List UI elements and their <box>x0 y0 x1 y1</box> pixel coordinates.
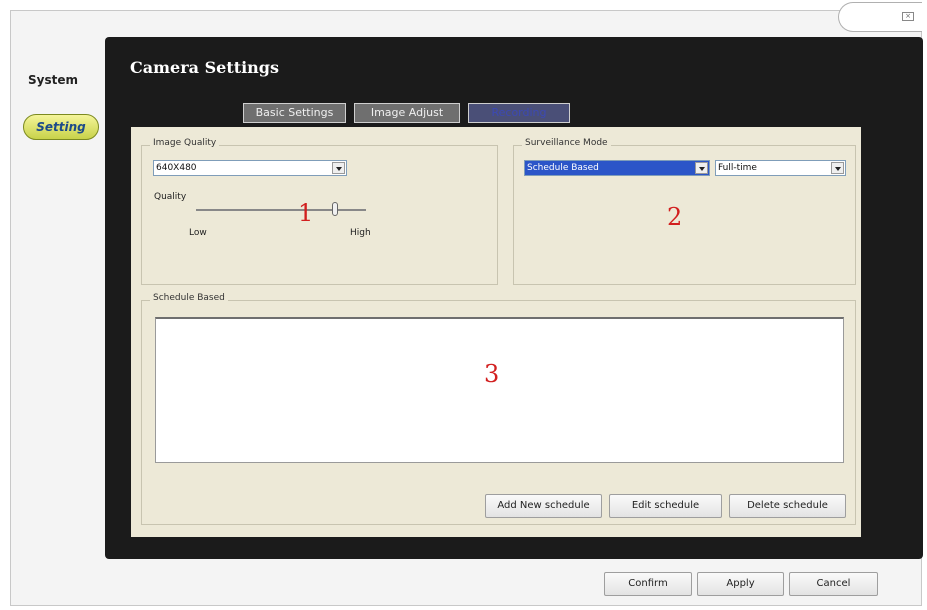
tab-basic-settings[interactable]: Basic Settings <box>243 103 346 123</box>
apply-button[interactable]: Apply <box>697 572 784 596</box>
resolution-select-value: 640X480 <box>156 163 197 173</box>
annotation-marker-2: 2 <box>667 203 683 231</box>
chevron-down-icon[interactable] <box>332 162 345 174</box>
schedule-list[interactable] <box>155 317 844 463</box>
quality-label: Quality <box>154 192 187 202</box>
recording-time-select[interactable]: Full-time <box>715 160 846 176</box>
schedule-group-label: Schedule Based <box>150 293 228 303</box>
quality-slider-thumb[interactable] <box>332 202 339 216</box>
annotation-marker-1: 1 <box>298 199 314 227</box>
cancel-button[interactable]: Cancel <box>789 572 878 596</box>
page-title: Camera Settings <box>130 58 279 77</box>
quality-low-label: Low <box>189 228 207 238</box>
annotation-marker-3: 3 <box>484 360 500 388</box>
surveillance-mode-group-label: Surveillance Mode <box>522 138 611 148</box>
chevron-down-icon[interactable] <box>831 162 844 174</box>
add-schedule-button[interactable]: Add New schedule <box>485 494 602 518</box>
close-icon[interactable]: × <box>902 12 914 21</box>
resolution-select[interactable]: 640X480 <box>153 160 347 176</box>
image-quality-group-label: Image Quality <box>150 138 220 148</box>
confirm-button[interactable]: Confirm <box>604 572 692 596</box>
delete-schedule-button[interactable]: Delete schedule <box>729 494 846 518</box>
tab-recording[interactable]: Recording <box>468 103 570 123</box>
sidebar-item-system[interactable]: System <box>28 73 78 87</box>
surveillance-mode-value: Schedule Based <box>527 163 599 173</box>
recording-time-value: Full-time <box>718 163 757 173</box>
tab-image-adjust[interactable]: Image Adjust <box>354 103 460 123</box>
quality-slider-track[interactable] <box>196 209 366 211</box>
quality-high-label: High <box>350 228 371 238</box>
sidebar-item-setting[interactable]: Setting <box>23 114 99 140</box>
edit-schedule-button[interactable]: Edit schedule <box>609 494 722 518</box>
chevron-down-icon[interactable] <box>695 162 708 174</box>
surveillance-mode-select[interactable]: Schedule Based <box>524 160 710 176</box>
